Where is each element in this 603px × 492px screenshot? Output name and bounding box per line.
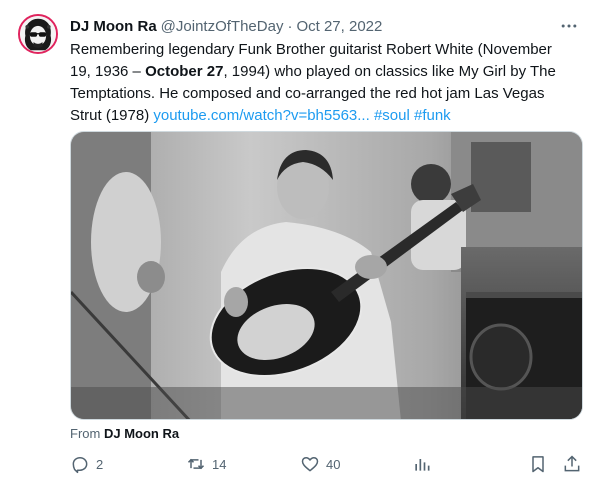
- hashtag-soul[interactable]: #soul: [374, 107, 410, 124]
- more-button[interactable]: [555, 15, 583, 37]
- tweet-card[interactable]: DJ Moon Ra @JointzOfTheDay · Oct 27, 202…: [0, 0, 603, 492]
- retweet-icon: [187, 458, 205, 470]
- heart-icon: [301, 457, 319, 472]
- from-label: From: [70, 426, 101, 441]
- tweet-actions: 2 14 40: [70, 452, 585, 476]
- reply-button[interactable]: 2: [70, 452, 103, 476]
- user-handle[interactable]: @JointzOfTheDay: [161, 18, 284, 35]
- reply-count: 2: [96, 456, 104, 472]
- display-name[interactable]: DJ Moon Ra: [70, 18, 157, 35]
- like-button[interactable]: 40: [300, 452, 340, 476]
- retweet-count: 14: [212, 456, 227, 472]
- media-video-thumbnail[interactable]: [70, 131, 583, 420]
- avatar[interactable]: [18, 14, 58, 54]
- retweet-button[interactable]: 14: [186, 452, 226, 476]
- bookmark-icon: [532, 456, 544, 473]
- reply-icon: [72, 457, 88, 474]
- views-button[interactable]: [412, 452, 432, 476]
- youtube-link[interactable]: youtube.com/watch?v=bh5563...: [153, 107, 369, 124]
- avatar-image: [20, 16, 56, 52]
- tweet-header: DJ Moon Ra @JointzOfTheDay · Oct 27, 202…: [70, 15, 583, 37]
- analytics-icon: [415, 459, 430, 471]
- like-count: 40: [326, 456, 341, 472]
- share-icon: [564, 455, 580, 472]
- video-still-image: [71, 132, 582, 419]
- tweet-date[interactable]: Oct 27, 2022: [296, 18, 382, 35]
- share-button[interactable]: [562, 452, 582, 476]
- tweet-text: Remembering legendary Funk Brother guita…: [70, 39, 575, 127]
- more-icon: [561, 24, 577, 28]
- media-attribution: From DJ Moon Ra: [70, 426, 179, 441]
- bookmark-button[interactable]: [528, 452, 548, 476]
- tweet-text-bold: October 27: [145, 63, 224, 80]
- hashtag-funk[interactable]: #funk: [414, 107, 451, 124]
- separator-dot: ·: [287, 17, 293, 35]
- from-name[interactable]: DJ Moon Ra: [104, 426, 179, 441]
